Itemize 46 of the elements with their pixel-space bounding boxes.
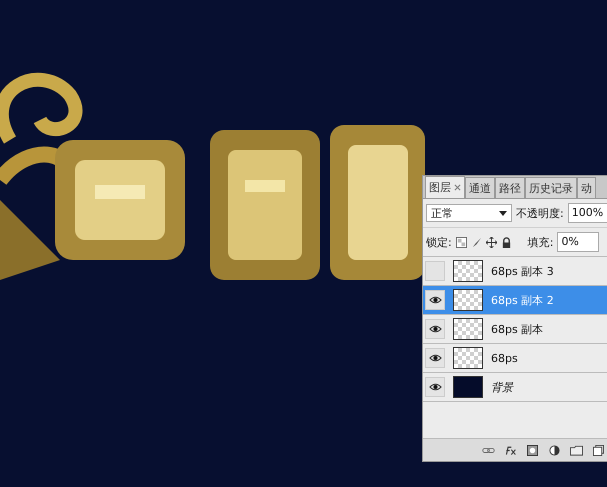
layer-name: 背景	[491, 380, 513, 394]
opacity-label: 不透明度:	[516, 206, 564, 220]
panel-tab[interactable]: 路径	[495, 177, 525, 198]
layer-name: 68ps 副本 2	[491, 292, 554, 308]
eye-icon	[428, 383, 442, 391]
fill-field[interactable]: 0%	[557, 232, 600, 252]
folder-icon[interactable]	[570, 444, 583, 456]
visibility-toggle[interactable]	[425, 348, 445, 368]
brush-icon[interactable]	[470, 236, 482, 248]
effects-icon[interactable]	[504, 444, 517, 456]
opacity-field[interactable]: 100%	[568, 203, 607, 223]
layer-thumbnail	[453, 289, 483, 311]
layer-row[interactable]: 68ps	[423, 344, 607, 373]
layer-row[interactable]: 68ps 副本 3	[423, 257, 607, 286]
lock-icon[interactable]	[500, 236, 512, 248]
layer-row[interactable]: 背景	[423, 373, 607, 402]
layer-thumbnail	[453, 347, 483, 369]
layer-name: 68ps 副本 3	[491, 264, 554, 278]
visibility-toggle[interactable]	[425, 261, 445, 281]
adjustment-icon[interactable]	[548, 444, 561, 456]
fill-label: 填充:	[528, 234, 554, 250]
visibility-toggle[interactable]	[425, 319, 445, 339]
panel-tab[interactable]: 历史记录	[525, 177, 577, 198]
new-layer-icon[interactable]	[592, 444, 605, 456]
panel-tab[interactable]: 图层	[425, 176, 465, 198]
eye-icon	[428, 296, 442, 304]
visibility-toggle[interactable]	[425, 377, 445, 397]
mask-icon[interactable]	[526, 444, 539, 456]
visibility-toggle[interactable]	[425, 290, 445, 310]
layer-thumbnail	[453, 376, 483, 398]
layer-thumbnail	[453, 260, 483, 282]
panel-tab[interactable]: 通道	[465, 177, 495, 198]
lock-label: 锁定:	[426, 234, 452, 250]
layer-name: 68ps 副本	[491, 322, 544, 336]
panel-tab[interactable]: 动	[577, 177, 596, 198]
eye-icon	[428, 325, 442, 333]
checker-icon[interactable]	[456, 236, 467, 248]
blend-mode-dropdown[interactable]: 正常	[426, 204, 512, 222]
layer-row[interactable]: 68ps 副本	[423, 315, 607, 344]
close-icon[interactable]	[454, 184, 461, 191]
eye-icon	[428, 354, 442, 362]
layer-name: 68ps	[491, 352, 518, 364]
caret-icon	[499, 210, 507, 216]
layer-thumbnail	[453, 318, 483, 340]
blend-mode-value: 正常	[431, 206, 453, 220]
move-icon[interactable]	[486, 236, 497, 248]
